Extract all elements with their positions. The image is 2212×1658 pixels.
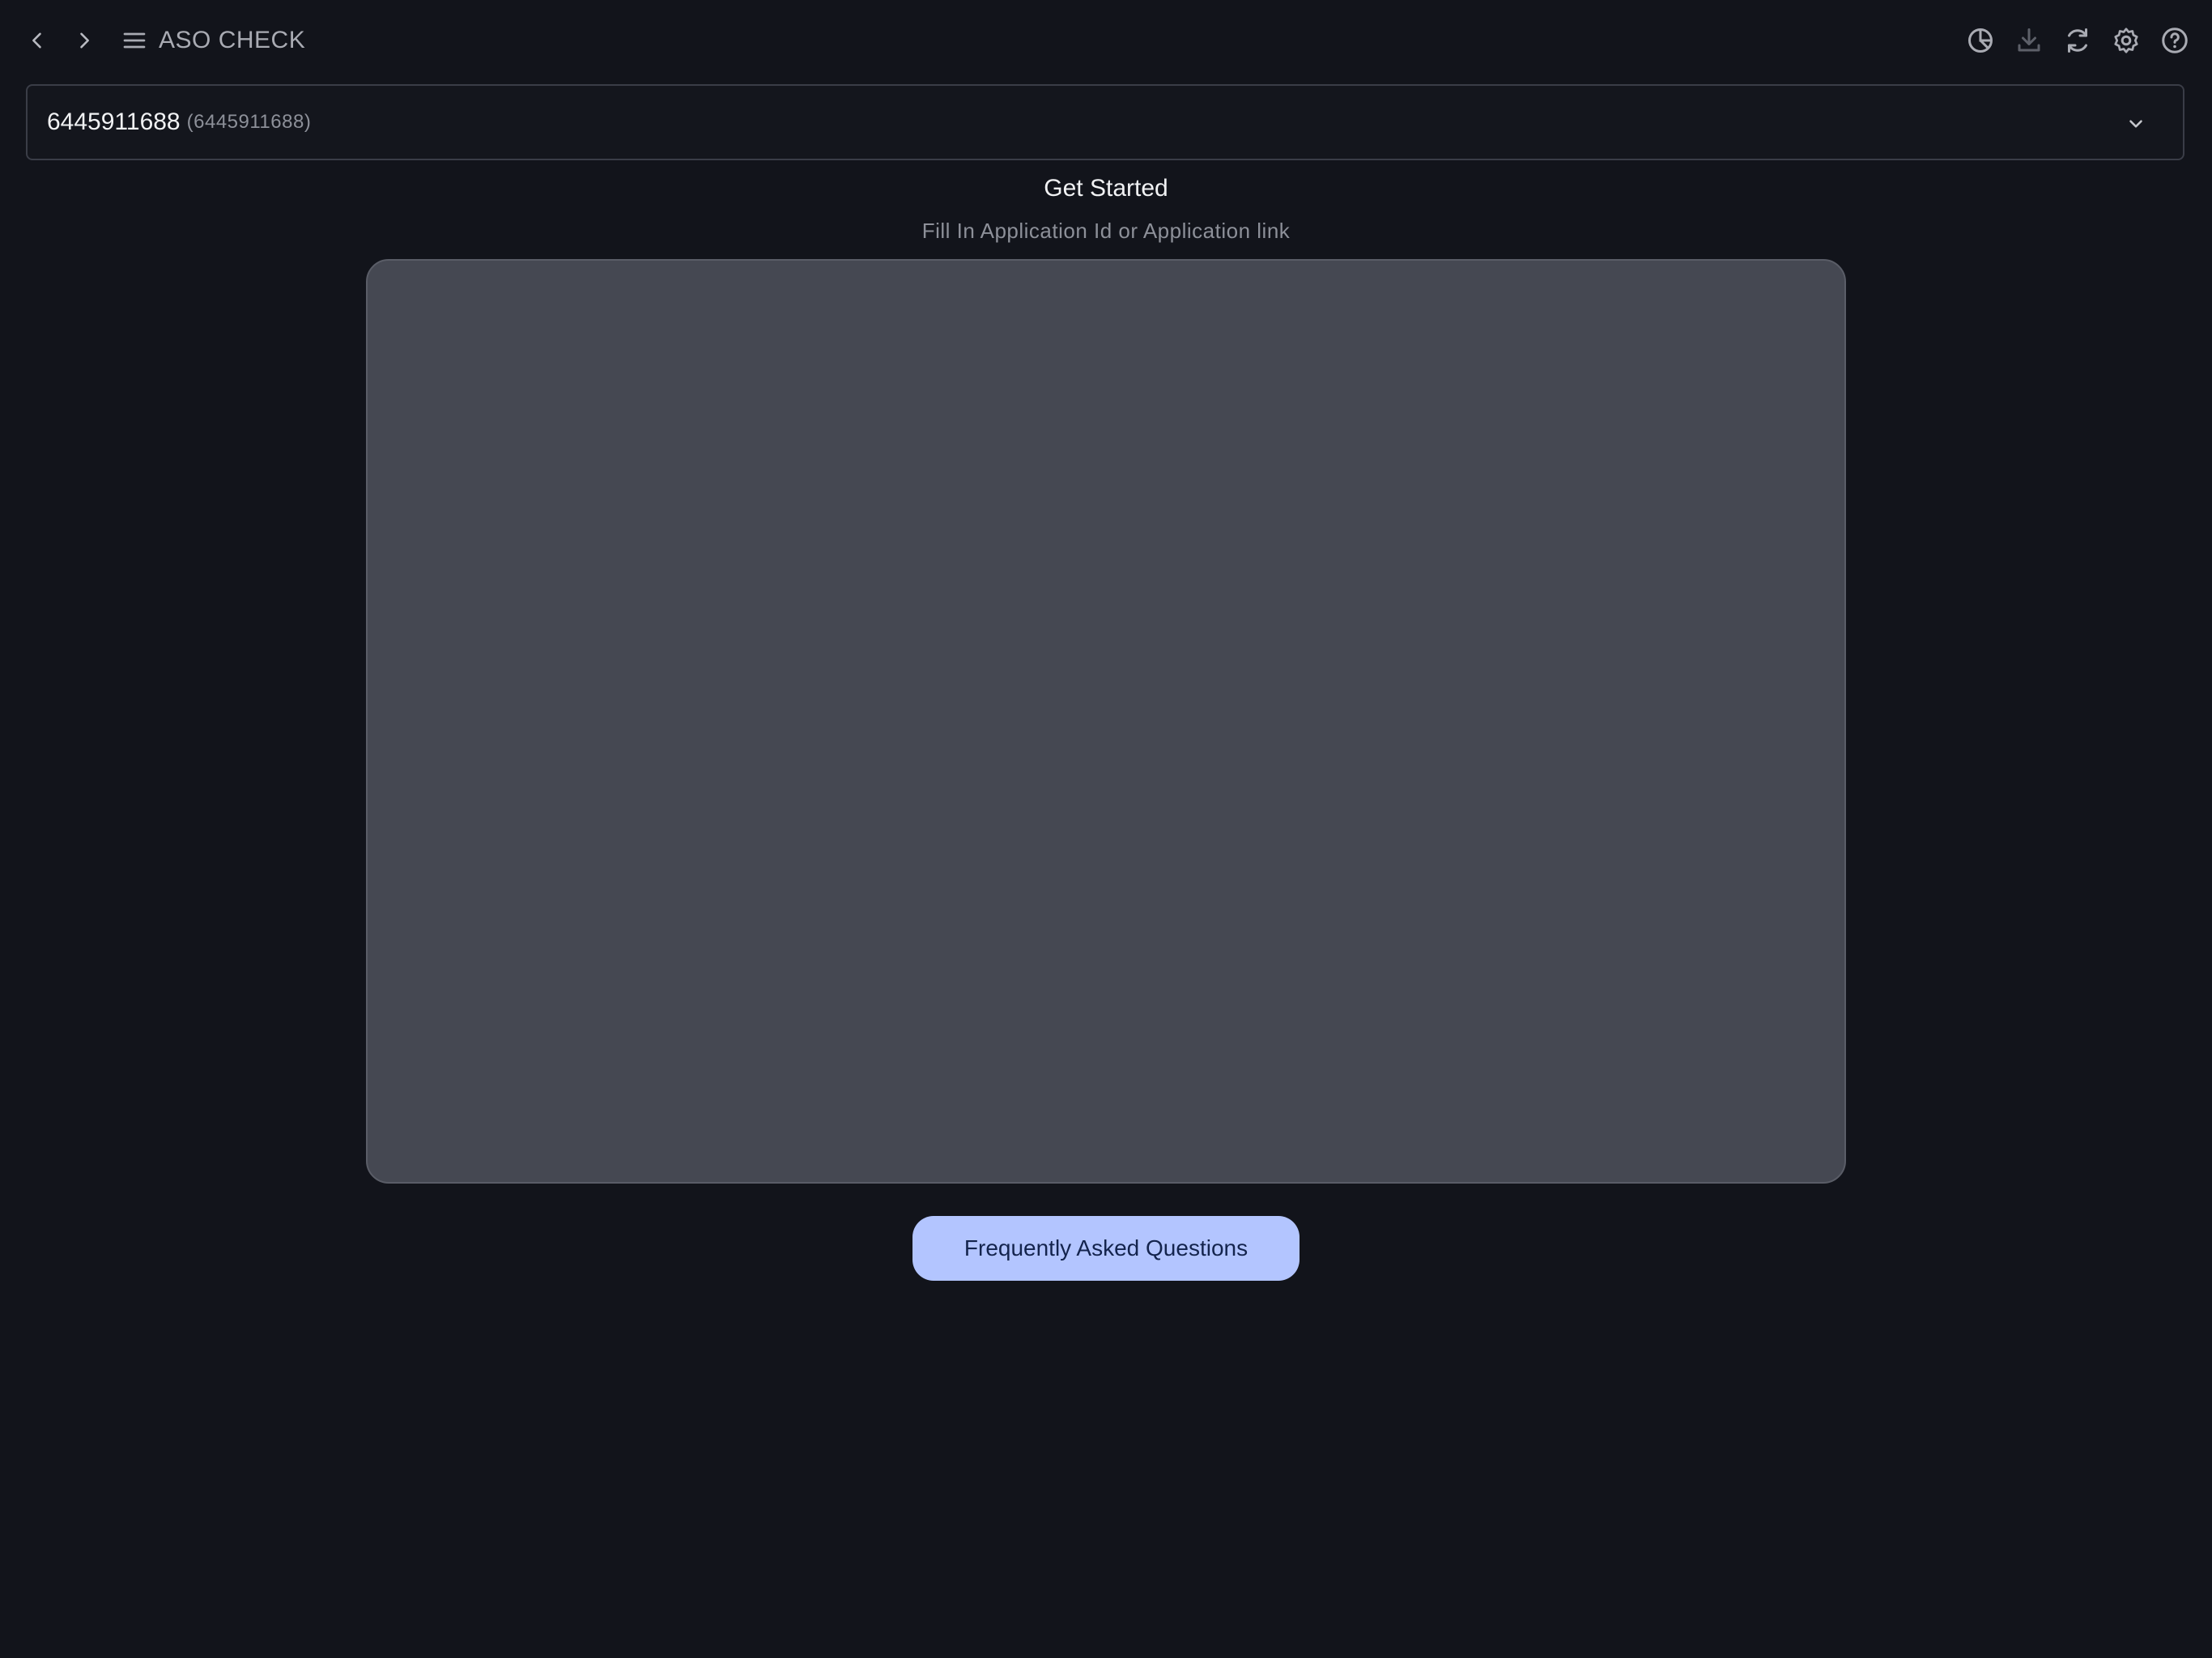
analytics-button[interactable] — [1964, 24, 1997, 57]
top-bar: ASO CHECK — [0, 0, 2212, 81]
content-panel — [366, 259, 1846, 1184]
download-icon — [2018, 28, 2040, 52]
help-icon — [2162, 28, 2188, 53]
chart-pie-icon — [1968, 28, 1993, 53]
back-button[interactable] — [19, 23, 55, 58]
menu-button[interactable] — [118, 24, 151, 57]
chevron-left-icon — [32, 32, 41, 49]
application-select[interactable]: 6445911688 (6445911688) — [26, 84, 2184, 160]
page-subheading: Fill In Application Id or Application li… — [921, 219, 1291, 243]
refresh-icon — [2068, 28, 2087, 53]
app-title: ASO CHECK — [159, 27, 306, 53]
faq-button[interactable]: Frequently Asked Questions — [912, 1216, 1300, 1281]
select-dropdown-toggle[interactable] — [2120, 108, 2152, 140]
selected-app-sub-id: (6445911688) — [186, 111, 312, 133]
selected-app-id: 6445911688 — [47, 108, 181, 135]
chevron-down-icon — [2129, 120, 2142, 128]
hamburger-menu-icon — [123, 32, 146, 49]
page-heading: Get Started — [1044, 175, 1168, 202]
download-button[interactable] — [2013, 24, 2045, 57]
help-button[interactable] — [2159, 24, 2191, 57]
settings-button[interactable] — [2110, 24, 2142, 57]
refresh-button[interactable] — [2061, 24, 2094, 57]
forward-button[interactable] — [66, 23, 102, 58]
gear-icon — [2114, 28, 2138, 53]
chevron-right-icon — [80, 32, 89, 49]
